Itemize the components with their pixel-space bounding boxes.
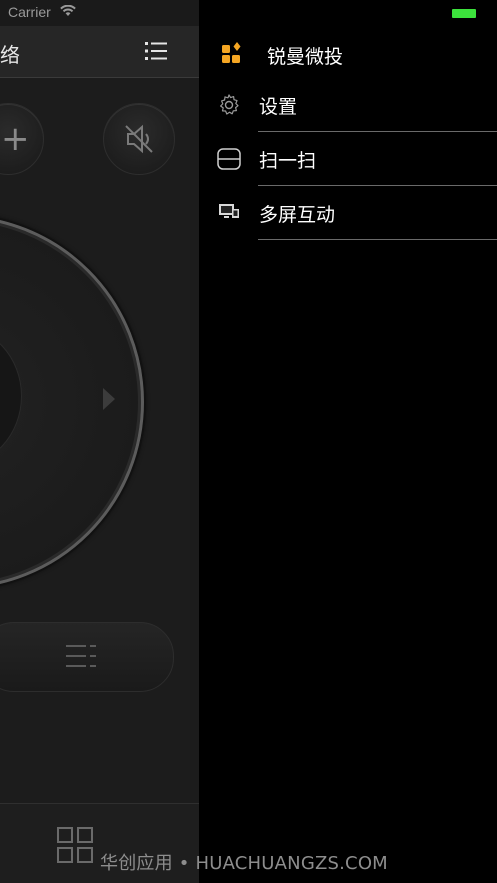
- remote-panel: Carrier 络 +: [0, 0, 199, 883]
- page-title: 络: [0, 43, 20, 67]
- mute-icon: [125, 124, 153, 154]
- menu-item-settings[interactable]: 设置: [199, 78, 497, 132]
- menu-item-label: 扫一扫: [259, 150, 317, 172]
- grid-icon[interactable]: [57, 827, 93, 863]
- divider: [258, 239, 497, 240]
- watermark: 华创应用 • HUACHUANGZS.COM: [100, 853, 388, 874]
- screen-cast-icon: [219, 204, 239, 218]
- app-name: 锐曼微投: [267, 46, 344, 68]
- gear-icon: [220, 94, 239, 115]
- menu-item-scan[interactable]: 扫一扫: [199, 132, 497, 186]
- arrow-right-button[interactable]: [103, 388, 115, 410]
- menu-button[interactable]: [0, 622, 174, 692]
- menu-lines-icon: [66, 645, 96, 667]
- scan-icon: [217, 148, 241, 170]
- menu-item-label: 多屏互动: [259, 204, 336, 226]
- plus-icon: +: [1, 119, 30, 159]
- remote-navbar: 络: [0, 26, 199, 78]
- battery-icon: [452, 9, 476, 18]
- side-drawer: 锐曼微投 设置 扫一扫 多屏互动: [199, 0, 497, 883]
- wifi-icon: [60, 5, 76, 16]
- volume-up-button[interactable]: +: [0, 103, 44, 175]
- menu-item-multiscreen[interactable]: 多屏互动: [199, 186, 497, 240]
- carrier-label: Carrier: [8, 4, 51, 20]
- drawer-header[interactable]: 锐曼微投: [199, 34, 497, 74]
- app-logo-icon: [222, 42, 241, 63]
- menu-item-label: 设置: [259, 96, 298, 118]
- mute-button[interactable]: [103, 103, 175, 175]
- status-bar: Carrier: [0, 0, 199, 26]
- list-menu-icon[interactable]: [143, 38, 169, 64]
